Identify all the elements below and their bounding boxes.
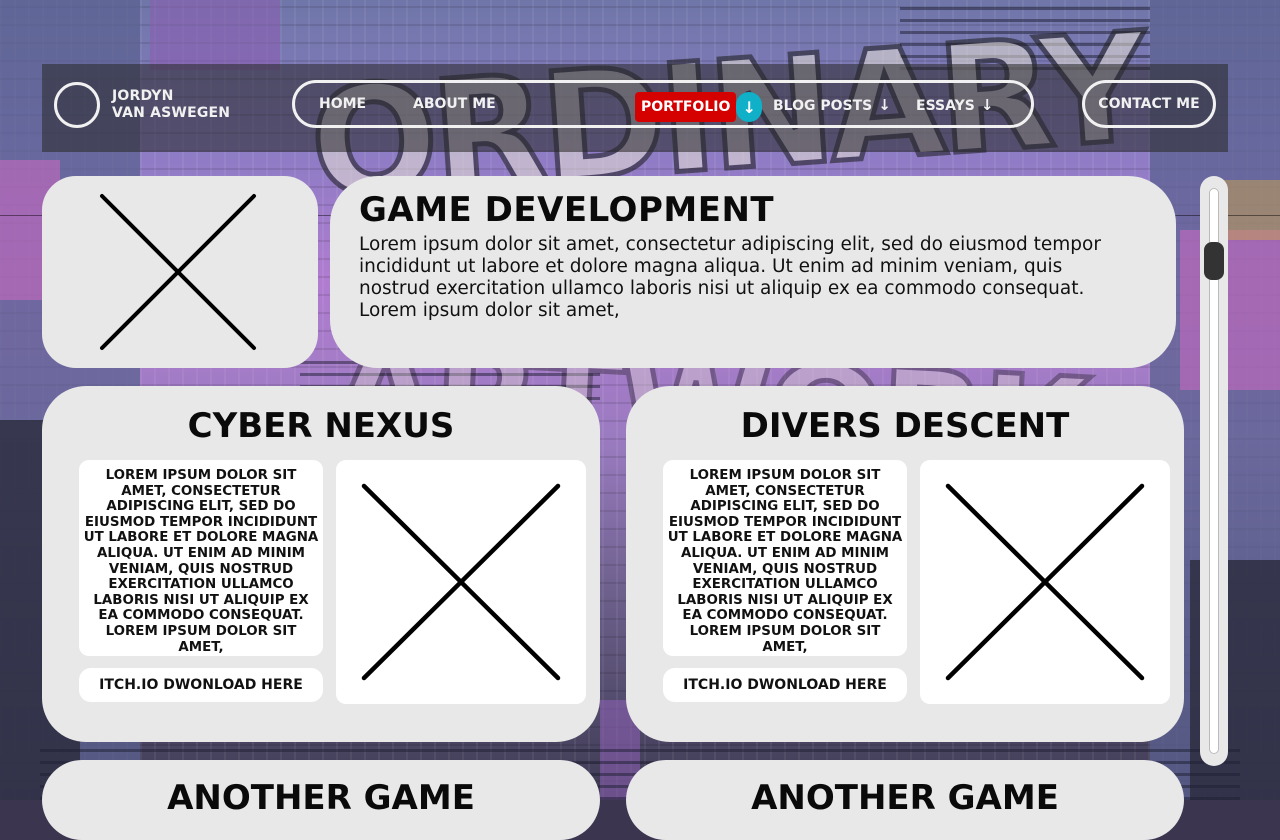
nav-essays-label: ESSAYS (916, 98, 975, 114)
game-card: ANOTHER GAME (42, 760, 600, 840)
itch-download-link[interactable]: ITCH.IO DWONLOAD HERE (79, 668, 323, 702)
game-card: CYBER NEXUS LOREM IPSUM DOLOR SIT AMET, … (42, 386, 600, 742)
game-title: ANOTHER GAME (751, 778, 1059, 818)
section-title: GAME DEVELOPMENT (359, 190, 775, 230)
placeholder-x-icon (98, 192, 258, 352)
game-description: LOREM IPSUM DOLOR SIT AMET, CONSECTETUR … (79, 460, 323, 656)
nav-about[interactable]: ABOUT ME (413, 96, 496, 112)
game-card: ANOTHER GAME (626, 760, 1184, 840)
itch-download-link[interactable]: ITCH.IO DWONLOAD HERE (663, 668, 907, 702)
nav-home[interactable]: HOME (319, 96, 366, 112)
brand-name-line1: JORDYN (112, 88, 174, 104)
top-navigation-bar: JORDYN VAN ASWEGEN HOME ABOUT ME PORTFOL… (42, 64, 1228, 152)
section-body: Lorem ipsum dolor sit amet, consectetur … (359, 234, 1101, 321)
game-description: LOREM IPSUM DOLOR SIT AMET, CONSECTETUR … (663, 460, 907, 656)
avatar-circle (54, 82, 100, 128)
game-title: ANOTHER GAME (167, 778, 475, 818)
game-image (920, 460, 1170, 704)
brand-name: JORDYN VAN ASWEGEN (112, 88, 230, 122)
section-image (42, 176, 318, 368)
scrollbar-thumb[interactable] (1204, 242, 1224, 280)
section-intro-card: GAME DEVELOPMENT Lorem ipsum dolor sit a… (330, 176, 1176, 368)
nav-blog-label: BLOG POSTS (773, 98, 873, 114)
brand[interactable]: JORDYN VAN ASWEGEN (54, 82, 230, 128)
game-title: DIVERS DESCENT (740, 406, 1070, 446)
brand-name-line2: VAN ASWEGEN (112, 105, 231, 121)
nav-menu: HOME ABOUT ME PORTFOLIO ↓ BLOG POSTS ↓ ES… (292, 80, 1034, 128)
game-image (336, 460, 586, 704)
arrow-down-icon: ↓ (980, 96, 994, 114)
nav-portfolio[interactable]: PORTFOLIO ↓ (635, 92, 763, 122)
contact-me-button[interactable]: CONTACT ME (1082, 80, 1216, 128)
arrow-down-icon: ↓ (736, 92, 763, 122)
game-card: DIVERS DESCENT LOREM IPSUM DOLOR SIT AME… (626, 386, 1184, 742)
placeholder-x-icon (360, 482, 562, 682)
arrow-down-icon: ↓ (878, 96, 891, 114)
nav-blog-posts[interactable]: BLOG POSTS ↓ (773, 96, 891, 114)
placeholder-x-icon (944, 482, 1146, 682)
scrollbar[interactable] (1200, 176, 1228, 766)
game-title: CYBER NEXUS (187, 406, 455, 446)
nav-portfolio-label: PORTFOLIO (635, 92, 737, 122)
nav-essays[interactable]: ESSAYS ↓ (916, 96, 993, 114)
